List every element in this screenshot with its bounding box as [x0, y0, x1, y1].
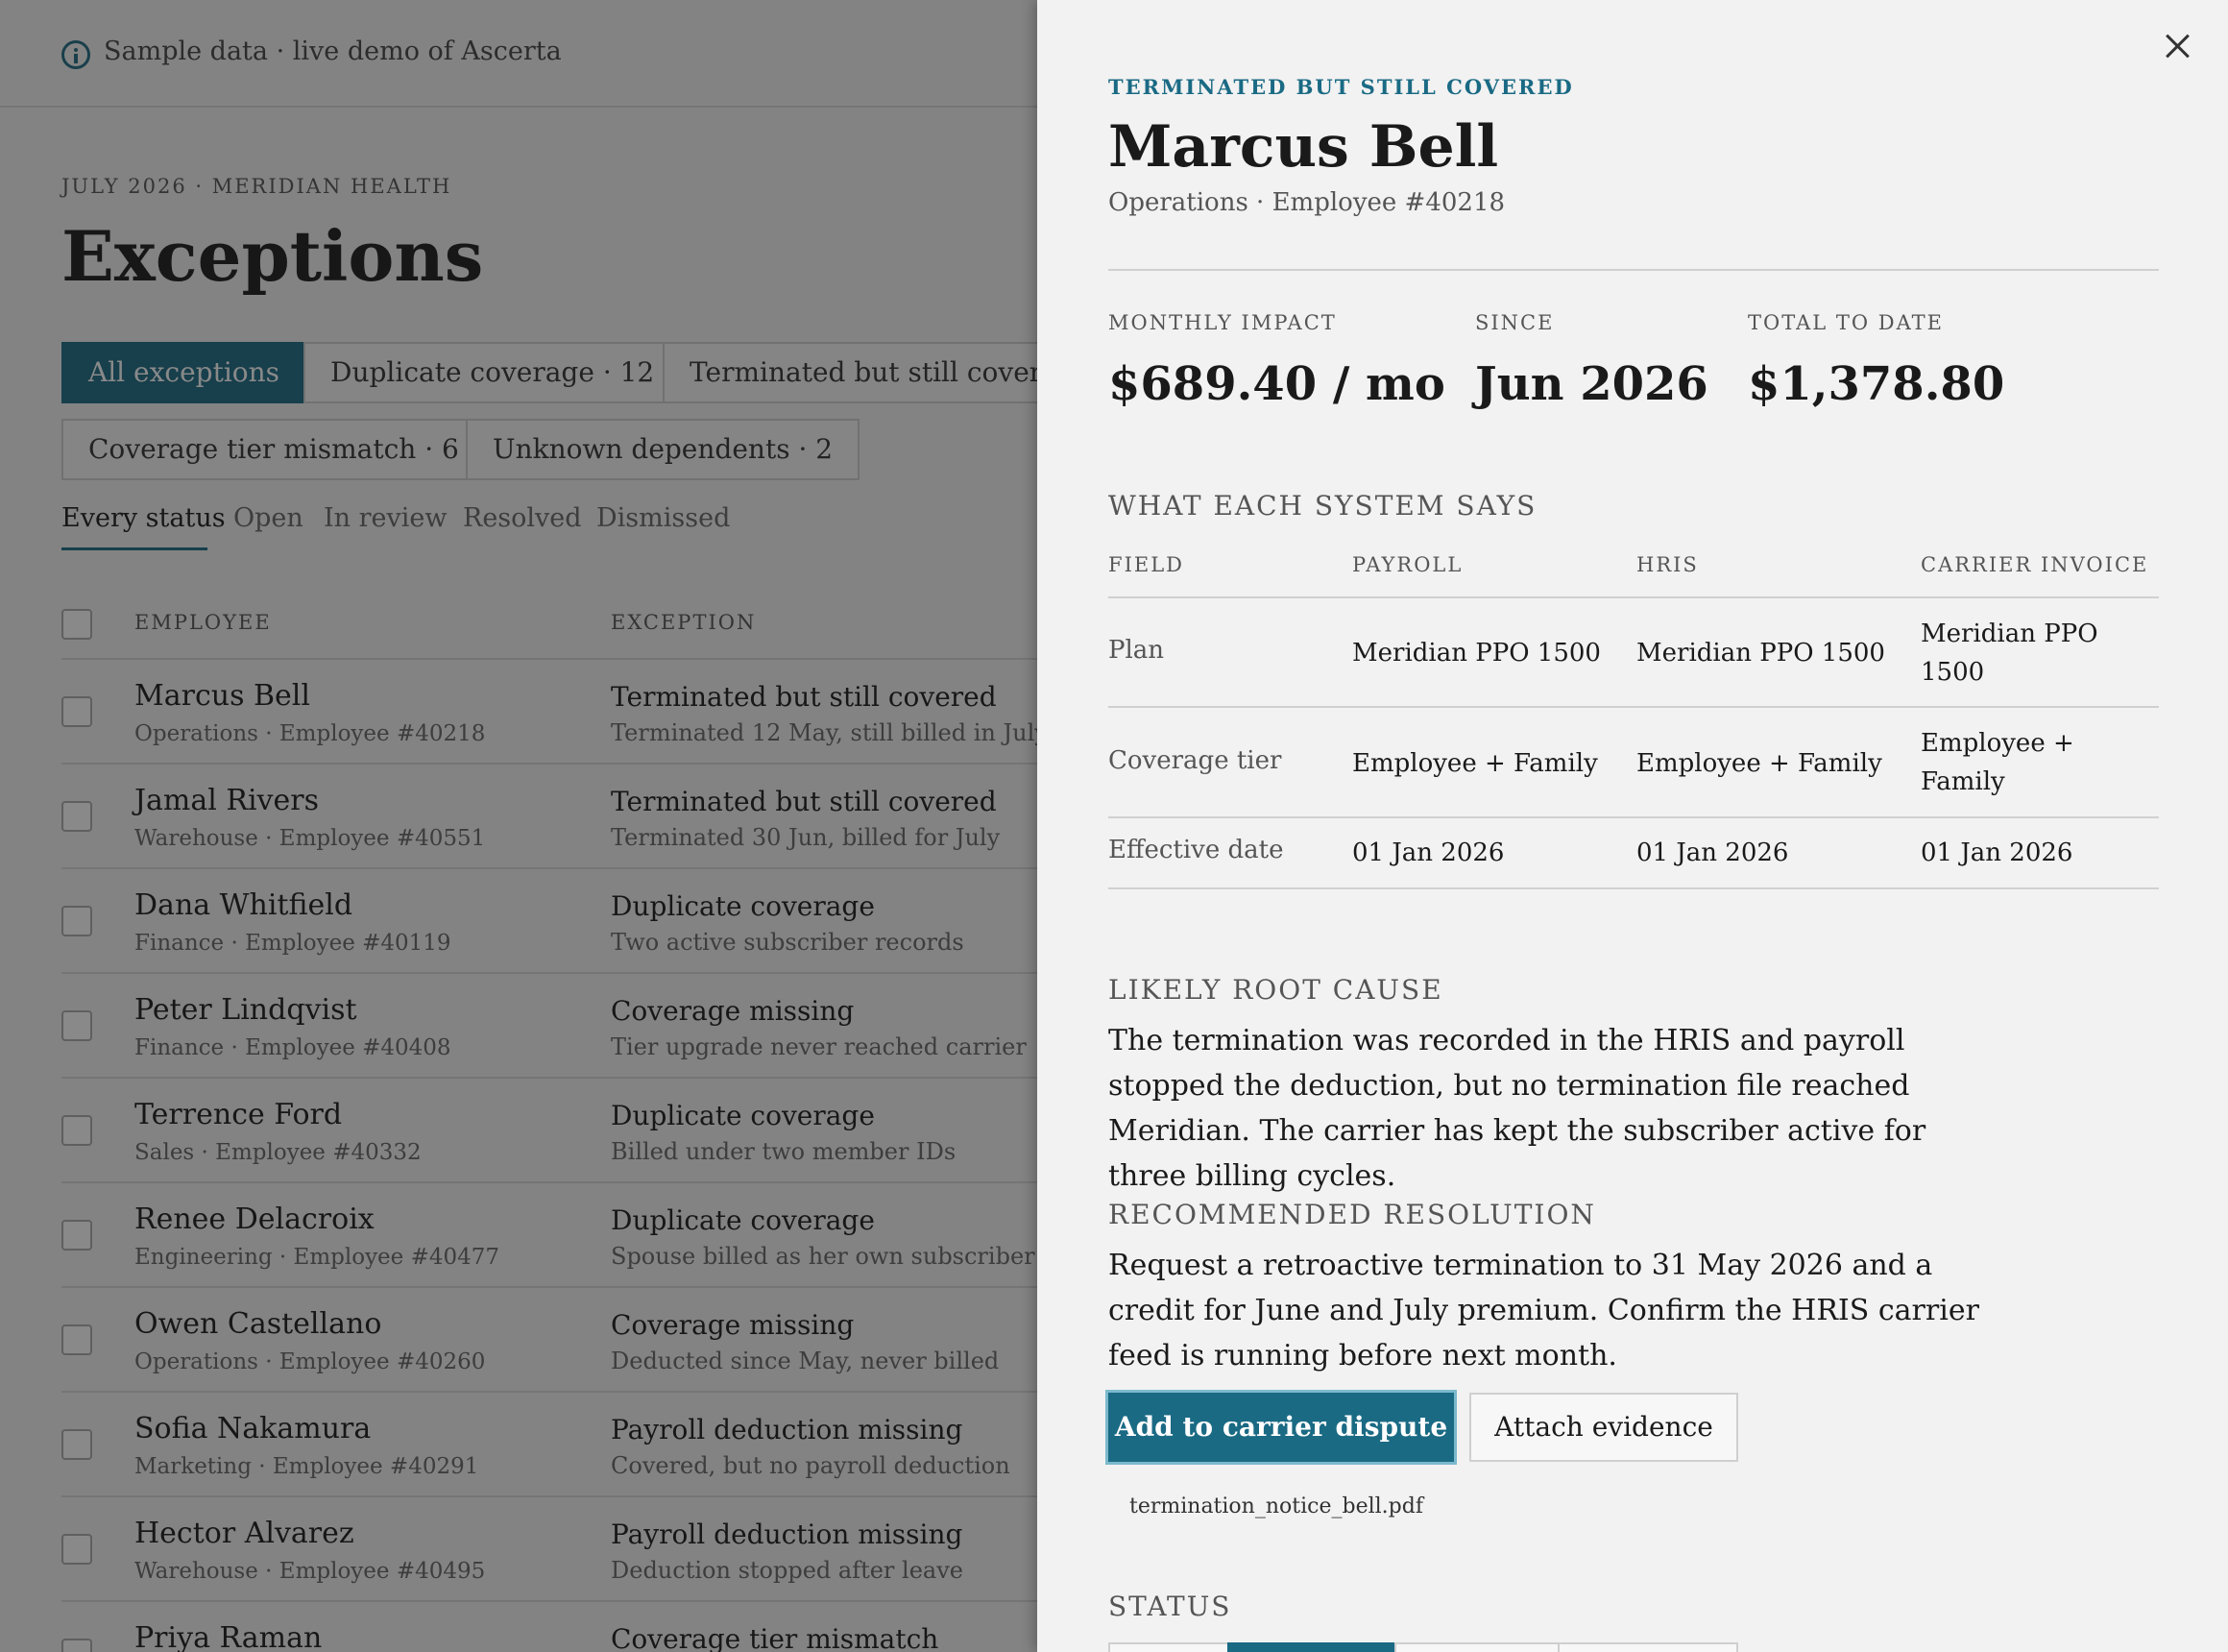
status-segment-selected[interactable]	[1227, 1642, 1396, 1652]
table-rule	[1108, 706, 2159, 708]
status-segment[interactable]	[1394, 1642, 1560, 1652]
systems-cell-carrier: Meridian PPO 1500	[1921, 620, 2098, 687]
status-segment[interactable]	[1558, 1642, 1738, 1652]
systems-cell-hris: Employee + Family	[1636, 749, 1882, 778]
metric-label-since: SINCE	[1475, 311, 1555, 334]
systems-column-hris: HRIS	[1636, 553, 1699, 576]
root-cause-heading: LIKELY ROOT CAUSE	[1108, 974, 1443, 1006]
systems-row-field: Coverage tier	[1108, 746, 1282, 775]
close-icon[interactable]	[2163, 31, 2193, 61]
metric-label-total: TOTAL TO DATE	[1748, 311, 1944, 334]
attach-evidence-button[interactable]: Attach evidence	[1469, 1393, 1738, 1462]
employee-subtitle: Operations · Employee #40218	[1108, 188, 1506, 217]
modal-backdrop[interactable]	[0, 0, 1037, 1652]
systems-cell-payroll: Meridian PPO 1500	[1352, 639, 1601, 668]
systems-column-payroll: PAYROLL	[1352, 553, 1464, 576]
metric-value-total: $1,378.80	[1748, 357, 2005, 411]
systems-row-field: Effective date	[1108, 836, 1284, 864]
status-segment[interactable]	[1108, 1642, 1229, 1652]
systems-cell-carrier: Employee + Family	[1921, 729, 2074, 796]
resolution-heading: RECOMMENDED RESOLUTION	[1108, 1199, 1596, 1230]
add-to-carrier-dispute-button[interactable]: Add to carrier dispute	[1108, 1393, 1454, 1462]
metric-label-monthly-impact: MONTHLY IMPACT	[1108, 311, 1337, 334]
systems-cell-hris: Meridian PPO 1500	[1636, 639, 1885, 668]
exception-detail-drawer: TERMINATED BUT STILL COVERED Marcus Bell…	[1037, 0, 2228, 1652]
systems-cell-hris: 01 Jan 2026	[1636, 838, 1789, 867]
table-rule	[1108, 816, 2159, 818]
metric-value-monthly-impact: $689.40 / mo	[1108, 357, 1445, 411]
table-rule	[1108, 887, 2159, 889]
systems-row-field: Plan	[1108, 636, 1165, 665]
systems-heading: WHAT EACH SYSTEM SAYS	[1108, 490, 1538, 522]
root-cause-text: The termination was recorded in the HRIS…	[1108, 1024, 1926, 1193]
systems-cell-payroll: Employee + Family	[1352, 749, 1598, 778]
status-heading: STATUS	[1108, 1591, 1232, 1622]
systems-column-carrier: CARRIER INVOICE	[1921, 553, 2149, 576]
divider	[1108, 269, 2159, 271]
employee-name: Marcus Bell	[1108, 113, 1499, 181]
exception-type-label: TERMINATED BUT STILL COVERED	[1108, 75, 1574, 99]
systems-cell-carrier: 01 Jan 2026	[1921, 838, 2073, 867]
resolution-text: Request a retroactive termination to 31 …	[1108, 1249, 1979, 1373]
systems-column-field: FIELD	[1108, 553, 1184, 576]
attachment-link[interactable]: termination_notice_bell.pdf	[1129, 1494, 1423, 1518]
systems-cell-payroll: 01 Jan 2026	[1352, 838, 1505, 867]
table-rule	[1108, 596, 2159, 598]
metric-value-since: Jun 2026	[1475, 357, 1708, 411]
